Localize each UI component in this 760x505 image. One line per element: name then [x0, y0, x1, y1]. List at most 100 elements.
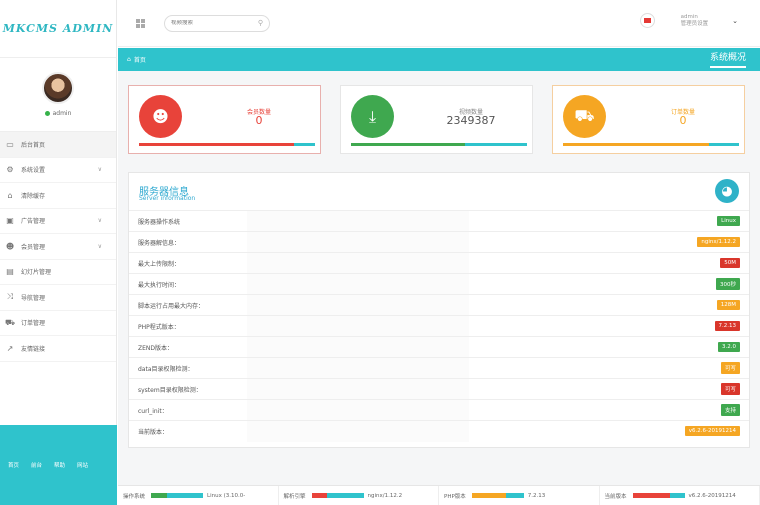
username-label: admin [52, 110, 72, 117]
footer-status-value: nginx/1.12.2 [367, 492, 403, 499]
sidebar-item-orders[interactable]: ⛟ 订单管理 [0, 311, 116, 336]
sidebar-item-ads[interactable]: ▣ 广告管理 ∨ [0, 209, 116, 234]
sidebar-item-dashboard[interactable]: ▭ 后台首页 [0, 132, 116, 158]
avatar[interactable] [42, 72, 74, 104]
stat-progress-bar [139, 143, 315, 146]
table-row: 服务器解信息： nginx/1.12.2 [129, 231, 749, 253]
search-icon[interactable]: ⚲ [258, 19, 263, 27]
admin-menu[interactable]: admin 管理员设置 [681, 14, 709, 28]
admin-name: admin [680, 13, 698, 20]
stat-card-videos: ⤓ 视频数量 2349387 [340, 85, 533, 154]
cart-icon: ⛟ [563, 95, 606, 138]
footer-status-label: 操作系统 [123, 493, 146, 500]
footer-status-item: 解析引擎 nginx/1.12.2 [279, 486, 439, 505]
stat-value: 2349387 [446, 114, 496, 127]
stat-value: 0 [255, 114, 263, 127]
footer-status-value: Linux (3.10.0- [207, 492, 246, 499]
server-info-key: ZEND版本： [138, 344, 174, 352]
footer-status-item: 当前版本 v6.2.6-20191214 [600, 486, 760, 505]
search-input[interactable] [171, 20, 251, 26]
main-content: ☻ 会员数量 0 ⤓ 视频数量 2349387 ⛟ 订单数量 0 服务器信息 S… [118, 71, 760, 485]
sidebar-item-members[interactable]: ☻ 会员管理 ∨ [0, 234, 116, 260]
status-footer: 操作系统 Linux (3.10.0- 解析引擎 nginx/1.12.2 PHP版本 7… [118, 485, 760, 505]
footer-link-frontend[interactable]: 前台 [31, 461, 42, 469]
table-row: curl_init： 支持 [129, 399, 749, 421]
footer-status-label: 解析引擎 [283, 493, 306, 500]
redacted-area [247, 379, 469, 400]
footer-status-value: 7.2.13 [527, 492, 546, 499]
footer-link-site[interactable]: 网站 [77, 461, 88, 469]
chevron-down-icon: ∨ [97, 217, 102, 225]
footer-status-value: v6.2.6-20191214 [688, 492, 736, 499]
sidebar-item-label: 幻灯片管理 [21, 269, 52, 277]
sidebar-item-label: 系统设置 [21, 167, 46, 175]
stat-value: 0 [679, 114, 687, 127]
redacted-area [247, 421, 469, 442]
user-profile: admin [0, 58, 116, 132]
redacted-area [247, 232, 469, 253]
footer-progress-bar [632, 493, 685, 498]
footer-link-help[interactable]: 帮助 [54, 461, 65, 469]
sidebar-item-links[interactable]: ↗ 友情链接 [0, 336, 116, 362]
download-icon: ⤓ [351, 95, 394, 138]
shuffle-icon: ⤨ [6, 292, 14, 302]
sidebar-item-clear-cache[interactable]: ⌂ 清除缓存 [0, 183, 116, 209]
sidebar-item-system-settings[interactable]: ⚙ 系统设置 ∨ [0, 158, 116, 183]
server-info-key: 当前版本： [138, 428, 169, 436]
server-info-badge: 可写 [720, 383, 740, 395]
server-info-badge: 3.2.0 [718, 342, 740, 352]
breadcrumb-home: 首页 [133, 57, 146, 64]
logo[interactable]: MKCMS ADMIN [0, 0, 116, 58]
server-info-badge: 50M [720, 258, 740, 268]
server-info-badge: 300秒 [716, 278, 740, 290]
link-icon: ↗ [6, 343, 14, 353]
stat-progress-bar [563, 143, 739, 146]
sidebar-item-slides[interactable]: ▤ 幻灯片管理 [0, 260, 116, 285]
language-flag-icon[interactable] [639, 13, 655, 28]
server-info-badge: Linux [717, 216, 740, 226]
chevron-down-icon: ∨ [97, 166, 102, 174]
chevron-down-icon[interactable]: ⌄ [732, 17, 738, 25]
footer-progress-fill [471, 493, 506, 498]
slides-icon: ▤ [6, 267, 14, 277]
monitor-icon: ▭ [6, 139, 14, 149]
chevron-down-icon: ∨ [97, 242, 102, 250]
footer-status-label: PHP版本 [444, 493, 466, 500]
breadcrumb-bar: ⌂ 首页 系统概况 [118, 48, 760, 71]
stat-progress-fill [139, 143, 294, 146]
table-row: 服务器操作系统 Linux [129, 210, 749, 232]
sidebar-item-label: 友情链接 [21, 345, 46, 353]
image-icon: ▣ [6, 216, 14, 226]
footer-link-home[interactable]: 首页 [8, 461, 19, 469]
footer-status-label: 当前版本 [604, 493, 627, 500]
globe-icon: ◕ [715, 179, 739, 203]
server-info-header: 服务器信息 Server information ◕ [129, 173, 749, 210]
redacted-area [247, 316, 469, 337]
redacted-area [247, 253, 469, 274]
sidebar-item-label: 会员管理 [21, 243, 46, 251]
server-info-key: 最大上传限制： [138, 260, 181, 268]
server-info-badge: 支持 [720, 404, 740, 416]
table-row: ZEND版本： 3.2.0 [129, 336, 749, 358]
server-info-key: 最大执行时间： [138, 281, 181, 289]
table-row: system目录权限检测： 可写 [129, 378, 749, 400]
users-icon: ☻ [5, 241, 15, 251]
settings-icon: ⚙ [6, 165, 14, 175]
sidebar-item-label: 后台首页 [21, 141, 46, 149]
admin-role: 管理员设置 [680, 20, 709, 27]
sidebar-item-label: 订单管理 [21, 320, 46, 328]
top-bar: ⚲ admin 管理员设置 ⌄ [118, 0, 760, 47]
breadcrumb[interactable]: ⌂ 首页 [127, 55, 146, 64]
grid-menu-icon[interactable] [136, 18, 146, 28]
sidebar-item-label: 导航管理 [21, 294, 46, 302]
stat-progress-fill [351, 143, 466, 146]
footer-progress-bar [151, 493, 204, 498]
stat-progress-fill [563, 143, 710, 146]
cart-icon: ⛟ [5, 317, 16, 327]
table-row: 当前版本： v6.2.6-20191214 [129, 420, 749, 442]
sidebar-item-navigation[interactable]: ⤨ 导航管理 [0, 285, 116, 311]
home-icon: ⌂ [127, 56, 131, 63]
page-title: 系统概况 [709, 50, 746, 68]
footer-progress-bar [311, 493, 364, 498]
server-info-key: 脚本运行占用最大内存： [138, 302, 205, 310]
